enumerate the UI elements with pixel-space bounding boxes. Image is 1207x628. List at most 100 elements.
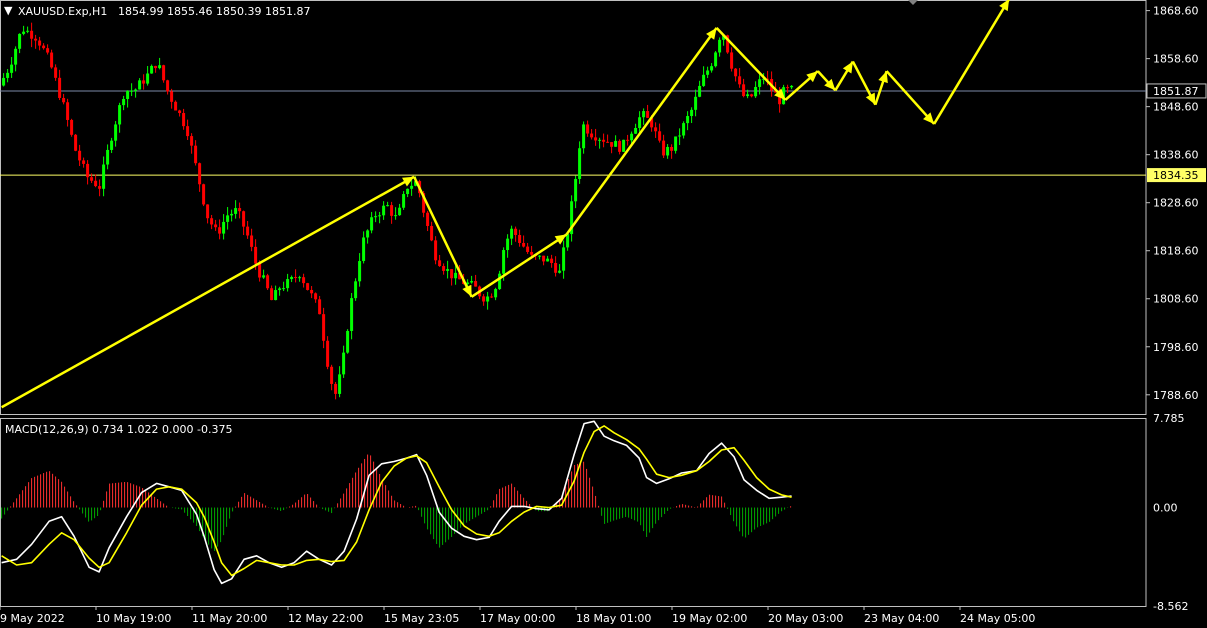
current-price-label: 1851.87 xyxy=(1153,85,1199,98)
candle-body xyxy=(658,131,662,141)
candle-body xyxy=(82,160,86,164)
candle-body xyxy=(274,290,278,301)
candle-body xyxy=(90,177,94,181)
candle-body xyxy=(266,275,270,289)
candle-body xyxy=(254,246,258,264)
candle-body xyxy=(606,141,610,143)
candle-body xyxy=(434,240,438,261)
candle-body xyxy=(170,91,174,102)
candle-body xyxy=(322,314,326,341)
candle-body xyxy=(230,213,234,216)
candle-body xyxy=(94,180,98,187)
candle-body xyxy=(190,136,194,146)
time-tick-label: 15 May 23:05 xyxy=(384,612,459,625)
candle-body xyxy=(674,136,678,151)
candle-body xyxy=(326,340,330,367)
chart-window: 1868.60 1858.60 1848.60 1838.60 1828.60 1818.… xyxy=(0,0,1207,628)
candle-body xyxy=(634,128,638,134)
scroll-shift-marker[interactable] xyxy=(908,0,918,5)
candle-body xyxy=(198,163,202,185)
candle-body xyxy=(506,238,510,251)
candle-body xyxy=(786,87,790,89)
candle-body xyxy=(346,330,350,353)
candle-body xyxy=(210,218,214,225)
price-tick-label: 1828.60 xyxy=(1153,197,1199,210)
candle-body xyxy=(18,33,22,49)
candle-body xyxy=(490,296,494,298)
candle-body xyxy=(550,258,554,263)
trend-arrow-segment xyxy=(933,0,1011,125)
candle-body xyxy=(218,227,222,234)
candle-body xyxy=(714,52,718,67)
candle-body xyxy=(202,184,206,205)
trend-arrow-head xyxy=(554,234,567,245)
candle-body xyxy=(670,146,674,151)
candle-body xyxy=(22,31,26,34)
candle-body xyxy=(62,97,66,103)
candle-body xyxy=(602,139,606,142)
signal-line xyxy=(1,425,792,577)
candle-body xyxy=(758,79,762,87)
candle-body xyxy=(182,113,186,127)
candle-body xyxy=(358,261,362,282)
candle-body xyxy=(558,270,562,273)
price-tick-label: 1838.60 xyxy=(1153,149,1199,162)
macd-tick-label: -8.562 xyxy=(1153,600,1188,613)
candle-body xyxy=(366,230,370,238)
candle-body xyxy=(750,94,754,97)
chart-symbol-triangle-icon[interactable]: ▼ xyxy=(4,4,13,17)
trend-arrow-head xyxy=(706,27,717,40)
candle-body xyxy=(70,119,74,135)
candle-body xyxy=(146,73,150,84)
candle-body xyxy=(790,85,794,88)
candle-body xyxy=(710,66,714,71)
candle-body xyxy=(86,163,90,178)
candle-body xyxy=(162,65,166,81)
chart-canvas: 1868.60 1858.60 1848.60 1838.60 1828.60 1818.… xyxy=(0,0,1207,625)
candle-body xyxy=(370,217,374,231)
candle-body xyxy=(598,139,602,141)
candle-body xyxy=(430,225,434,241)
candle-body xyxy=(50,52,54,68)
candle-body xyxy=(6,72,10,78)
macd-pane-frame xyxy=(0,418,1147,607)
candle-body xyxy=(734,68,738,77)
price-tick-label: 1848.60 xyxy=(1153,101,1199,114)
candle-body xyxy=(426,212,430,226)
candle-body xyxy=(514,228,518,236)
macd-tick-label: 0.00 xyxy=(1153,502,1178,515)
candle-body xyxy=(554,262,558,273)
candle-body xyxy=(242,211,246,227)
candle-body xyxy=(442,266,446,271)
time-tick-label: 17 May 00:00 xyxy=(480,612,555,625)
price-tick-label: 1868.60 xyxy=(1153,5,1199,18)
candle-body xyxy=(154,65,158,69)
candle-body xyxy=(38,40,42,46)
candle-body xyxy=(742,84,746,97)
candle-body xyxy=(614,140,618,147)
candle-body xyxy=(562,247,566,271)
candle-body xyxy=(410,185,414,189)
macd-header: MACD(12,26,9) 0.734 1.022 0.000 -0.375 xyxy=(5,423,232,436)
candle-body xyxy=(446,269,450,271)
candle-body xyxy=(26,30,30,32)
candle-body xyxy=(330,366,334,384)
time-tick-label: 11 May 20:00 xyxy=(192,612,267,625)
candle-body xyxy=(662,140,666,156)
candle-body xyxy=(638,117,642,129)
candle-body xyxy=(630,133,634,141)
candle-body xyxy=(30,30,34,39)
candle-body xyxy=(718,39,722,53)
candle-body xyxy=(394,215,398,217)
candle-body xyxy=(306,283,310,290)
price-pane-frame xyxy=(0,0,1147,415)
candle-body xyxy=(470,281,474,283)
candle-body xyxy=(234,208,238,214)
time-tick-label: 12 May 22:00 xyxy=(288,612,363,625)
candle-body xyxy=(310,289,314,294)
candle-body xyxy=(698,85,702,97)
candle-body xyxy=(98,186,102,189)
candle-body xyxy=(590,133,594,138)
candle-body xyxy=(486,296,490,302)
candle-body xyxy=(66,102,70,120)
